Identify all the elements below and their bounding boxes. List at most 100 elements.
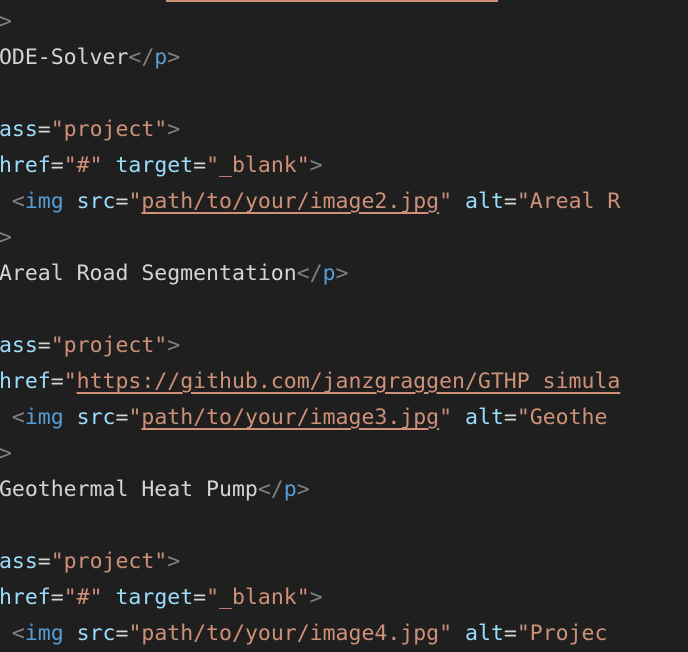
- code-line[interactable]: lass="project">: [0, 112, 688, 148]
- code-line[interactable]: href = "#" target = "_blank" >: [0, 580, 688, 616]
- code-token: https://github.com/janzgraggen/GTHP_simu…: [76, 369, 621, 394]
- code-line[interactable]: >Areal Road Segmentation</p>: [0, 256, 688, 292]
- code-token: </: [257, 477, 284, 502]
- code-token: =: [50, 369, 64, 394]
- code-token: lass: [0, 549, 38, 574]
- code-token: =: [115, 189, 129, 214]
- code-token: src: [76, 189, 116, 214]
- code-token: =: [503, 405, 517, 430]
- code-token: =: [193, 153, 207, 178]
- code-token: "_blank": [206, 585, 310, 610]
- code-token: >: [309, 153, 323, 178]
- code-token: =: [115, 405, 129, 430]
- code-token: target: [115, 585, 194, 610]
- code-token: Geothermal Heat Pump: [0, 477, 258, 502]
- underline-fragment: [166, 0, 498, 2]
- code-token: >: [167, 45, 181, 70]
- code-token: >: [167, 549, 181, 574]
- code-token: "project": [50, 117, 168, 142]
- code-token: href: [0, 585, 51, 610]
- code-token: >: [335, 261, 349, 286]
- code-token: >: [0, 441, 12, 466]
- code-token: >: [0, 225, 12, 250]
- code-token: >: [167, 333, 181, 358]
- code-token: src: [76, 621, 116, 646]
- code-token: href: [0, 153, 51, 178]
- code-token: ": [439, 189, 453, 214]
- code-token: path/to/your/image4.jpg: [141, 621, 440, 646]
- code-token: ": [128, 405, 142, 430]
- code-token: "Areal R: [516, 189, 621, 214]
- code-line[interactable]: < img src = " path/to/your/image2.jpg " alt = "…: [0, 184, 688, 220]
- code-token: =: [193, 585, 207, 610]
- code-line[interactable]: < img src = " path/to/your/image4.jpg " alt = "…: [0, 616, 688, 652]
- code-token: <: [11, 405, 25, 430]
- code-token: ": [128, 621, 142, 646]
- code-token: "project": [50, 333, 168, 358]
- code-line[interactable]: href = " https://github.com/janzgraggen/GTH…: [0, 364, 688, 400]
- code-token: ": [439, 621, 453, 646]
- code-token: =: [503, 189, 517, 214]
- code-token: "project": [50, 549, 168, 574]
- code-line[interactable]: a>: [0, 436, 688, 472]
- code-line[interactable]: href = "#" target = "_blank" >: [0, 148, 688, 184]
- code-token: img: [24, 621, 64, 646]
- code-line[interactable]: >Geothermal Heat Pump</p>: [0, 472, 688, 508]
- code-token: <: [11, 189, 25, 214]
- code-token: lass: [0, 333, 38, 358]
- code-line[interactable]: lass="project">: [0, 328, 688, 364]
- code-token: "_blank": [206, 153, 310, 178]
- code-token: ": [63, 369, 77, 394]
- code-token: =: [503, 621, 517, 646]
- code-token: alt: [465, 621, 504, 646]
- code-token: =: [37, 117, 51, 142]
- code-token: p: [322, 261, 336, 286]
- code-token: path/to/your/image2.jpg: [141, 189, 440, 214]
- code-token: alt: [465, 405, 504, 430]
- code-line[interactable]: < img src = " path/to/your/image3.jpg " alt = "…: [0, 400, 688, 436]
- code-token: href: [0, 369, 51, 394]
- code-line[interactable]: [0, 292, 688, 328]
- code-token: lass: [0, 117, 38, 142]
- code-token: =: [37, 549, 51, 574]
- code-token: img: [24, 189, 64, 214]
- code-token: ": [128, 189, 142, 214]
- code-line[interactable]: [0, 508, 688, 544]
- code-token: >: [296, 477, 310, 502]
- code-token: alt: [465, 189, 504, 214]
- code-token: </: [296, 261, 323, 286]
- code-line[interactable]: >ODE-Solver</p>: [0, 40, 688, 76]
- code-token: >: [0, 9, 12, 34]
- code-token: ": [439, 405, 453, 430]
- code-token: target: [115, 153, 194, 178]
- code-token: Areal Road Segmentation: [0, 261, 297, 286]
- code-editor[interactable]: a>>ODE-Solver</p> lass="project"> href="…: [0, 4, 688, 652]
- code-token: src: [76, 405, 116, 430]
- code-token: "#": [63, 585, 103, 610]
- code-token: ODE-Solver: [0, 45, 129, 70]
- code-token: p: [283, 477, 297, 502]
- code-token: =: [37, 333, 51, 358]
- code-token: >: [167, 117, 181, 142]
- code-token: >: [309, 585, 323, 610]
- code-token: =: [50, 585, 64, 610]
- code-token: p: [154, 45, 168, 70]
- code-line[interactable]: a>: [0, 220, 688, 256]
- code-token: </: [128, 45, 155, 70]
- code-token: img: [24, 405, 64, 430]
- code-token: <: [11, 621, 25, 646]
- code-line[interactable]: lass="project">: [0, 544, 688, 580]
- code-line[interactable]: [0, 76, 688, 112]
- code-token: =: [50, 153, 64, 178]
- code-token: "Geothe: [516, 405, 608, 430]
- code-token: path/to/your/image3.jpg: [141, 405, 440, 430]
- code-line[interactable]: a>: [0, 4, 688, 40]
